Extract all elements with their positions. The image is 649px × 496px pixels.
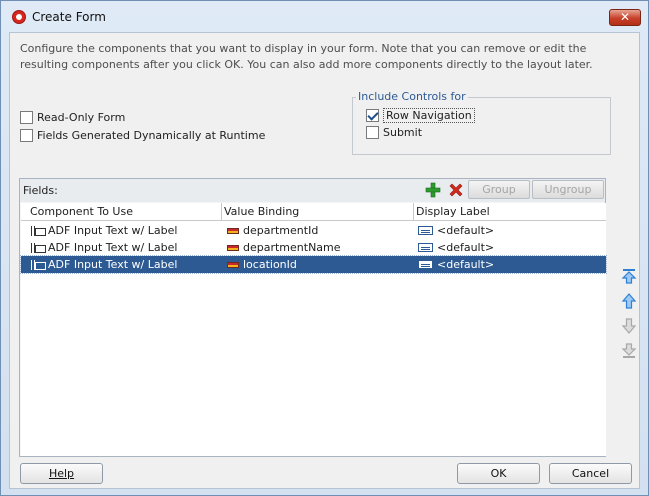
input-text-icon xyxy=(30,225,46,237)
display-text: <default> xyxy=(437,241,495,254)
dynamic-fields-option[interactable]: Fields Generated Dynamically at Runtime xyxy=(20,129,265,142)
add-icon[interactable] xyxy=(425,182,441,198)
component-cell: ADF Input Text w/ Label xyxy=(30,224,177,237)
dynamic-fields-checkbox[interactable] xyxy=(20,129,33,142)
dynamic-fields-label: Fields Generated Dynamically at Runtime xyxy=(37,129,266,142)
submit-checkbox[interactable] xyxy=(366,126,379,139)
table-row[interactable]: ADF Input Text w/ Label departmentId <de… xyxy=(21,222,606,239)
create-form-dialog: Create Form ✕ Configure the components t… xyxy=(0,0,649,496)
column-header-value-binding[interactable]: Value Binding xyxy=(224,205,299,218)
help-button-label: Help xyxy=(48,467,75,480)
dialog-title: Create Form xyxy=(32,10,106,24)
submit-option[interactable]: Submit xyxy=(366,126,422,139)
include-controls-legend: Include Controls for xyxy=(356,90,468,103)
component-cell: ADF Input Text w/ Label xyxy=(30,258,177,271)
row-navigation-label: Row Navigation xyxy=(383,108,475,123)
binding-text: departmentName xyxy=(243,241,341,254)
label-text-icon xyxy=(418,243,433,252)
component-text: ADF Input Text w/ Label xyxy=(48,224,178,237)
column-header-display-label[interactable]: Display Label xyxy=(416,205,490,218)
input-text-icon xyxy=(30,259,46,271)
close-button[interactable]: ✕ xyxy=(609,9,641,26)
component-text: ADF Input Text w/ Label xyxy=(48,258,178,271)
read-only-form-checkbox[interactable] xyxy=(20,111,33,124)
component-cell: ADF Input Text w/ Label xyxy=(30,241,177,254)
column-divider[interactable] xyxy=(221,203,222,221)
binding-text: departmentId xyxy=(243,224,319,237)
binding-text: locationId xyxy=(243,258,297,271)
fields-panel: Fields: Group Ungroup Component To Use V… xyxy=(19,178,607,457)
attribute-icon xyxy=(227,244,239,251)
ok-button[interactable]: OK xyxy=(457,463,540,484)
label-text-icon xyxy=(418,260,433,269)
binding-cell: departmentId xyxy=(227,224,318,237)
submit-label: Submit xyxy=(383,126,423,139)
display-text: <default> xyxy=(437,224,495,237)
input-text-icon xyxy=(30,242,46,254)
group-button[interactable]: Group xyxy=(468,180,530,199)
remove-icon[interactable] xyxy=(448,182,464,198)
display-cell: <default> xyxy=(418,241,494,254)
fields-table: Component To Use Value Binding Display L… xyxy=(20,203,607,456)
label-text-icon xyxy=(418,226,433,235)
dialog-content: Configure the components that you want t… xyxy=(9,32,640,489)
table-header: Component To Use Value Binding Display L… xyxy=(21,203,606,221)
binding-cell: departmentName xyxy=(227,241,341,254)
column-divider[interactable] xyxy=(413,203,414,221)
fields-toolbar: Fields: Group Ungroup xyxy=(20,179,605,202)
read-only-form-label: Read-Only Form xyxy=(37,111,126,124)
ungroup-button[interactable]: Ungroup xyxy=(532,180,604,199)
read-only-form-option[interactable]: Read-Only Form xyxy=(20,111,125,124)
move-up-icon[interactable] xyxy=(621,293,637,309)
display-text: <default> xyxy=(437,258,495,271)
attribute-icon xyxy=(227,227,239,234)
title-bar: Create Form ✕ xyxy=(1,1,648,33)
oracle-logo-icon xyxy=(12,10,26,24)
cancel-button[interactable]: Cancel xyxy=(549,463,632,484)
move-down-icon[interactable] xyxy=(621,318,637,334)
attribute-icon xyxy=(227,261,239,268)
column-header-component[interactable]: Component To Use xyxy=(30,205,133,218)
move-to-bottom-icon[interactable] xyxy=(621,343,637,359)
display-cell: <default> xyxy=(418,258,494,271)
help-button[interactable]: Help xyxy=(20,463,103,484)
fields-label: Fields: xyxy=(23,184,58,197)
include-controls-group: Include Controls for Row Navigation Subm… xyxy=(352,90,611,155)
binding-cell: locationId xyxy=(227,258,297,271)
table-row[interactable]: ADF Input Text w/ Label departmentName <… xyxy=(21,239,606,256)
table-row-selected[interactable]: ADF Input Text w/ Label locationId <defa… xyxy=(20,255,607,274)
component-text: ADF Input Text w/ Label xyxy=(48,241,178,254)
row-navigation-checkbox[interactable] xyxy=(366,109,379,122)
move-to-top-icon[interactable] xyxy=(621,268,637,284)
row-navigation-option[interactable]: Row Navigation xyxy=(366,108,475,123)
description-text: Configure the components that you want t… xyxy=(20,42,593,71)
display-cell: <default> xyxy=(418,224,494,237)
